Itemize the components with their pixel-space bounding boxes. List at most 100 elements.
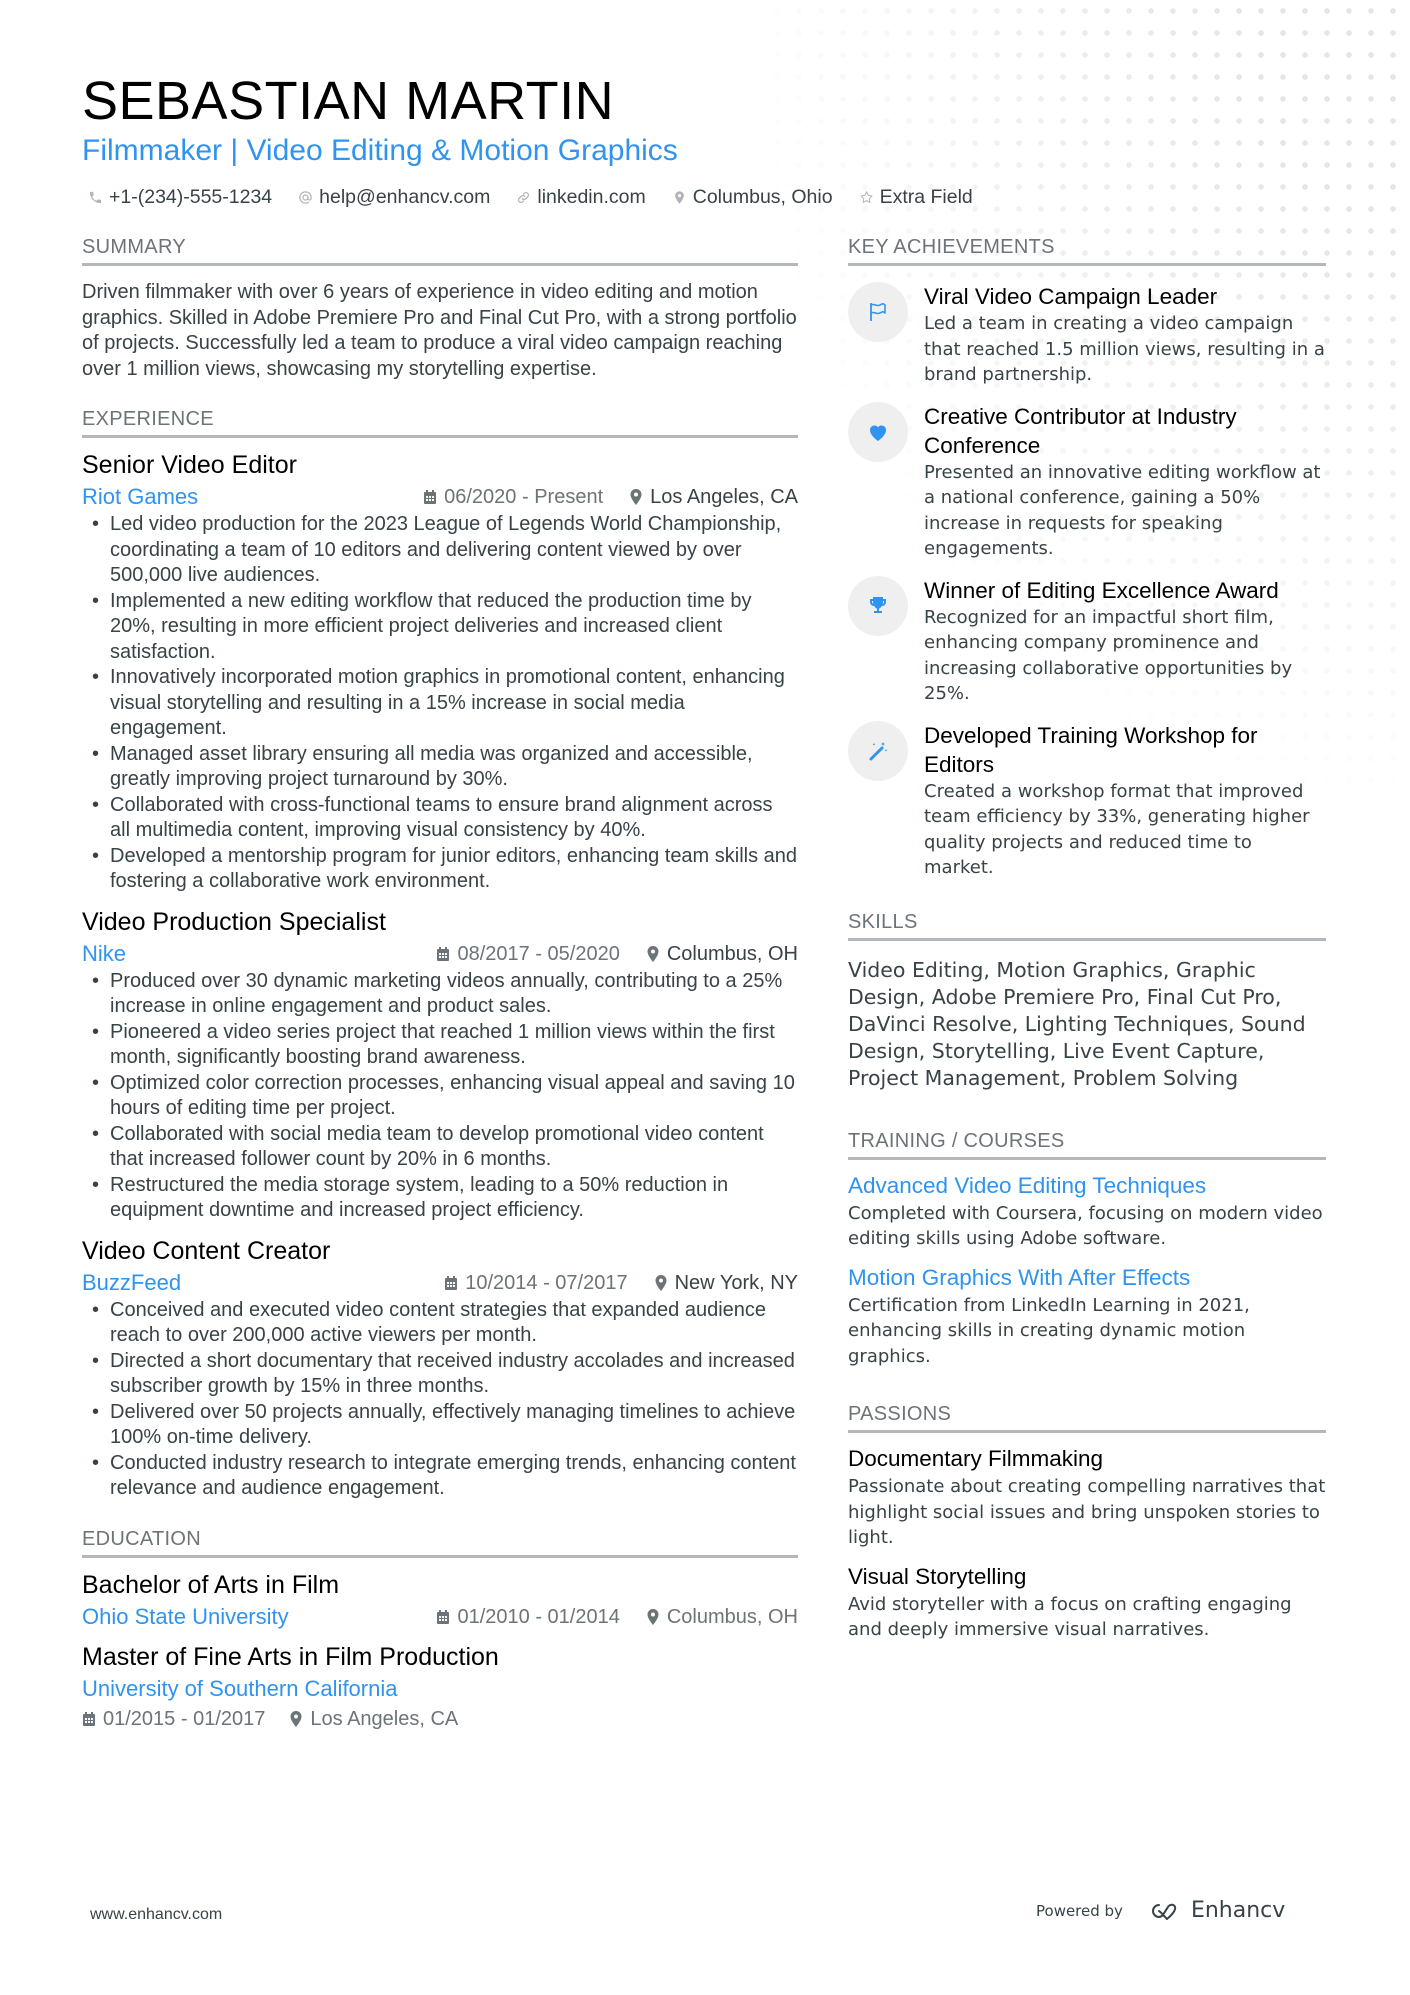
- passion-item: Documentary Filmmaking Passionate about …: [848, 1443, 1326, 1551]
- achievement-icon-badge: [848, 575, 908, 636]
- powered-by-label: Powered by: [1036, 1901, 1123, 1920]
- bullet-item: Led video production for the 2023 League…: [92, 512, 798, 589]
- experience-item: Senior Video Editor Riot Games 06/2020 -…: [82, 448, 798, 895]
- achievement-item: Creative Contributor at Industry Confere…: [848, 401, 1326, 562]
- linkedin-text: linkedin.com: [537, 186, 646, 208]
- bullet-item: Implemented a new editing workflow that …: [92, 589, 798, 666]
- passion-title: Visual Storytelling: [848, 1563, 1027, 1589]
- flag-icon: [870, 303, 886, 321]
- phone-text: +1-(234)-555-1234: [109, 186, 273, 208]
- course-item: Motion Graphics With After Effects Certi…: [848, 1262, 1326, 1370]
- bullet-item: Developed a mentorship program for junio…: [92, 844, 798, 895]
- footer-branding: Powered by Enhancv: [1036, 1898, 1285, 1923]
- contact-linkedin[interactable]: linkedin.com: [516, 186, 646, 209]
- bullet-item: Delivered over 50 projects annually, eff…: [92, 1400, 798, 1451]
- achievement-content: Winner of Editing Excellence Award Recog…: [924, 576, 1326, 707]
- location-pin-icon: [647, 1608, 659, 1625]
- job-dates: 10/2014 - 07/2017: [444, 1268, 628, 1298]
- summary-section: SUMMARY Driven filmmaker with over 6 yea…: [82, 236, 798, 382]
- company-name[interactable]: Riot Games: [82, 482, 198, 512]
- achievement-title: Developed Training Workshop for Editors: [924, 722, 1258, 777]
- achievement-title: Viral Video Campaign Leader: [924, 284, 1218, 309]
- skills-section: SKILLS Video Editing, Motion Graphics, G…: [848, 911, 1326, 1092]
- location-pin-icon: [647, 945, 659, 962]
- heart-icon: [870, 425, 886, 441]
- job-location: New York, NY: [654, 1268, 798, 1298]
- passion-item: Visual Storytelling Avid storyteller wit…: [848, 1561, 1326, 1643]
- achievement-item: Winner of Editing Excellence Award Recog…: [848, 575, 1326, 707]
- location-pin-icon: [655, 1274, 667, 1291]
- education-dates: 01/2015 - 01/2017: [82, 1704, 265, 1734]
- calendar-icon: [424, 490, 437, 504]
- achievement-content: Creative Contributor at Industry Confere…: [924, 402, 1326, 562]
- skills-heading: SKILLS: [848, 911, 1326, 941]
- job-bullets: Conceived and executed video content str…: [92, 1298, 798, 1502]
- bullet-item: Collaborated with social media team to d…: [92, 1122, 798, 1173]
- contact-location: Columbus, Ohio: [672, 186, 833, 209]
- achievement-item: Developed Training Workshop for Editors …: [848, 720, 1326, 881]
- location-text: Columbus, OH: [666, 1605, 798, 1628]
- job-bullets: Led video production for the 2023 League…: [92, 512, 798, 895]
- achievement-icon-badge: [848, 720, 908, 781]
- phone-icon: [89, 191, 102, 204]
- passions-heading: PASSIONS: [848, 1403, 1326, 1433]
- job-bullets: Produced over 30 dynamic marketing video…: [92, 969, 798, 1224]
- contact-phone[interactable]: +1-(234)-555-1234: [88, 186, 272, 209]
- bullet-item: Restructured the media storage system, l…: [92, 1173, 798, 1224]
- achievement-title: Winner of Editing Excellence Award: [924, 577, 1279, 603]
- achievement-desc: Presented an innovative editing workflow…: [924, 461, 1321, 560]
- enhancv-logo[interactable]: Enhancv: [1145, 1898, 1285, 1923]
- at-icon: [299, 191, 312, 204]
- achievement-desc: Recognized for an impactful short film, …: [924, 606, 1293, 705]
- passion-desc: Passionate about creating compelling nar…: [848, 1476, 1326, 1548]
- passion-title: Documentary Filmmaking: [848, 1446, 1104, 1471]
- education-meta: 01/2015 - 01/2017 Los Angeles, CA: [82, 1704, 798, 1734]
- bullet-item: Directed a short documentary that receiv…: [92, 1349, 798, 1400]
- company-name[interactable]: BuzzFeed: [82, 1268, 181, 1298]
- school-name[interactable]: University of Southern California: [82, 1674, 798, 1704]
- education-meta-right: 01/2010 - 01/2014 Columbus, OH: [436, 1602, 798, 1632]
- job-meta: BuzzFeed 10/2014 - 07/2017 New York, NY: [82, 1268, 798, 1298]
- achievement-desc: Created a workshop format that improved …: [924, 780, 1310, 879]
- calendar-icon: [437, 1609, 450, 1624]
- location-text: Columbus, Ohio: [692, 186, 833, 208]
- job-title: Senior Video Editor: [82, 451, 297, 479]
- candidate-name: SEBASTIAN MARTIN: [82, 71, 615, 131]
- summary-heading: SUMMARY: [82, 236, 798, 266]
- company-name[interactable]: Nike: [82, 939, 126, 969]
- education-item: Bachelor of Arts in Film Ohio State Univ…: [82, 1568, 798, 1632]
- course-title[interactable]: Motion Graphics With After Effects: [848, 1262, 1326, 1293]
- bullet-item: Produced over 30 dynamic marketing video…: [92, 969, 798, 1020]
- location-text: New York, NY: [674, 1271, 798, 1294]
- footer-website[interactable]: www.enhancv.com: [90, 1906, 222, 1924]
- achievements-heading: KEY ACHIEVEMENTS: [848, 236, 1326, 266]
- education-heading: EDUCATION: [82, 1528, 798, 1558]
- job-dates: 08/2017 - 05/2020: [436, 939, 620, 969]
- achievement-content: Developed Training Workshop for Editors …: [924, 721, 1326, 881]
- experience-item: Video Content Creator BuzzFeed 10/2014 -…: [82, 1234, 798, 1502]
- bullet-item: Pioneered a video series project that re…: [92, 1020, 798, 1071]
- passion-desc: Avid storyteller with a focus on craftin…: [848, 1593, 1292, 1641]
- job-meta: Nike 08/2017 - 05/2020 Columbus, OH: [82, 939, 798, 969]
- training-heading: TRAINING / COURSES: [848, 1130, 1326, 1160]
- course-desc: Certification from LinkedIn Learning in …: [848, 1294, 1250, 1367]
- candidate-title: Filmmaker | Video Editing & Motion Graph…: [82, 134, 678, 167]
- bullet-item: Conceived and executed video content str…: [92, 1298, 798, 1349]
- bullet-item: Managed asset library ensuring all media…: [92, 742, 798, 793]
- brand-name: Enhancv: [1190, 1898, 1286, 1923]
- achievements-section: KEY ACHIEVEMENTS Viral Video Campaign Le…: [848, 236, 1326, 881]
- experience-section: EXPERIENCE Senior Video Editor Riot Game…: [82, 408, 798, 1502]
- bullet-item: Conducted industry research to integrate…: [92, 1451, 798, 1502]
- bullet-item: Innovatively incorporated motion graphic…: [92, 665, 798, 742]
- education-location: Los Angeles, CA: [289, 1704, 458, 1734]
- location-pin-icon: [630, 489, 642, 505]
- location-text: Los Angeles, CA: [310, 1707, 459, 1730]
- passions-section: PASSIONS Documentary Filmmaking Passiona…: [848, 1403, 1326, 1643]
- school-name[interactable]: Ohio State University: [82, 1602, 289, 1632]
- calendar-icon: [445, 1275, 458, 1290]
- magic-wand-icon: [869, 741, 888, 760]
- summary-text: Driven filmmaker with over 6 years of ex…: [82, 281, 797, 380]
- contact-email[interactable]: help@enhancv.com: [298, 186, 490, 209]
- trophy-icon: [870, 596, 886, 613]
- course-title[interactable]: Advanced Video Editing Techniques: [848, 1170, 1326, 1201]
